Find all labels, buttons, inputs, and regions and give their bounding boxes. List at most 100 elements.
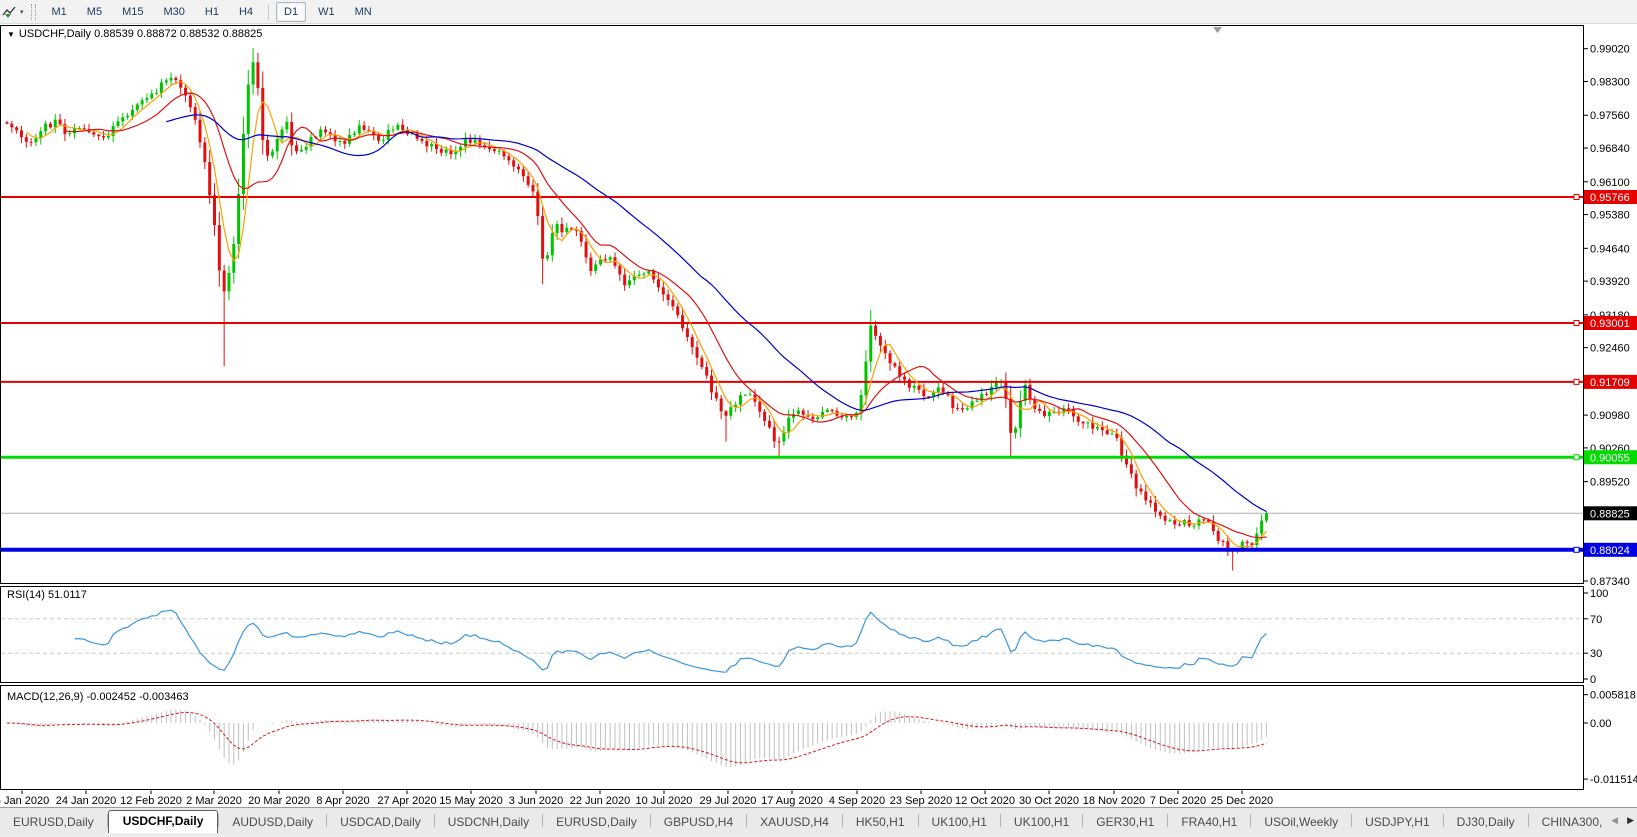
crosshair-icon xyxy=(2,6,16,18)
chart-ohlc-header: ▼ USDCHF,Daily 0.88539 0.88872 0.88532 0.… xyxy=(7,28,262,40)
timeframe-button-d1[interactable]: D1 xyxy=(276,1,307,22)
ohlc-high: 0.88872 xyxy=(136,28,177,40)
level-handle xyxy=(1573,378,1580,385)
timeframe-group-separator xyxy=(268,3,270,20)
svg-text:0.90980: 0.90980 xyxy=(1590,410,1630,422)
chart-tab-usoil-weekly[interactable]: USOil,Weekly xyxy=(1251,812,1351,834)
trading-terminal-window: ▾ M1 M5 M15 M30 H1 H4 D1 W1 MN 0.99020 0.98300 0.9… xyxy=(0,0,1637,837)
tool-dropdown-caret-icon[interactable]: ▾ xyxy=(20,8,24,16)
level-handle xyxy=(1573,546,1580,553)
chart-tab-fra40-h1[interactable]: FRA40,H1 xyxy=(1168,812,1250,834)
svg-text:20 Mar 2020: 20 Mar 2020 xyxy=(248,795,310,807)
svg-text:10 Jul 2020: 10 Jul 2020 xyxy=(636,795,693,807)
svg-text:0.00: 0.00 xyxy=(1590,718,1611,730)
chart-tab-eurusd-daily[interactable]: EURUSD,Daily xyxy=(0,812,107,834)
svg-text:0.93001: 0.93001 xyxy=(1590,318,1630,330)
svg-text:15 May 2020: 15 May 2020 xyxy=(439,795,503,807)
chart-symbol: USDCHF,Daily xyxy=(18,28,92,40)
svg-text:0.93920: 0.93920 xyxy=(1590,276,1630,288)
macd-value-main: -0.002452 xyxy=(86,691,137,703)
svg-text:0.98300: 0.98300 xyxy=(1590,77,1630,89)
svg-text:17 Aug 2020: 17 Aug 2020 xyxy=(761,795,823,807)
svg-text:0.95380: 0.95380 xyxy=(1590,210,1630,222)
chart-tab-uk100-h1[interactable]: UK100,H1 xyxy=(1001,812,1082,834)
chart-tab-usdjpy-h1[interactable]: USDJPY,H1 xyxy=(1352,812,1442,834)
chart-tab-xauusd-h4[interactable]: XAUUSD,H4 xyxy=(747,812,842,834)
svg-text:30 Oct 2020: 30 Oct 2020 xyxy=(1019,795,1079,807)
chart-tab-usdchf-daily[interactable]: USDCHF,Daily xyxy=(107,810,219,834)
svg-text:0.88024: 0.88024 xyxy=(1590,545,1630,557)
svg-text:25 Dec 2020: 25 Dec 2020 xyxy=(1211,795,1273,807)
chart-tab-gbpusd-h4[interactable]: GBPUSD,H4 xyxy=(651,812,746,834)
svg-text:12 Feb 2020: 12 Feb 2020 xyxy=(120,795,182,807)
timeframe-button-m1[interactable]: M1 xyxy=(44,2,75,22)
macd-name: MACD(12,26,9) xyxy=(7,691,84,703)
timeframe-toolbar: ▾ M1 M5 M15 M30 H1 H4 D1 W1 MN xyxy=(0,0,1637,24)
symbol-caret-icon[interactable]: ▼ xyxy=(7,30,15,39)
svg-text:0.99020: 0.99020 xyxy=(1590,44,1630,56)
tab-scroll-right-icon[interactable]: ▶ xyxy=(1627,815,1634,826)
chart-tab-uk100-h1[interactable]: UK100,H1 xyxy=(919,812,1000,834)
svg-text:8 Apr 2020: 8 Apr 2020 xyxy=(316,795,369,807)
svg-text:0.91709: 0.91709 xyxy=(1590,377,1630,389)
svg-text:70: 70 xyxy=(1590,614,1602,626)
svg-text:0.88825: 0.88825 xyxy=(1590,508,1630,520)
svg-text:0.94640: 0.94640 xyxy=(1590,243,1630,255)
svg-text:2 Mar 2020: 2 Mar 2020 xyxy=(186,795,242,807)
svg-text:0.96100: 0.96100 xyxy=(1590,177,1630,189)
ohlc-close: 0.88825 xyxy=(222,28,263,40)
svg-text:18 Nov 2020: 18 Nov 2020 xyxy=(1083,795,1145,807)
svg-text:100: 100 xyxy=(1590,588,1608,600)
timeframe-button-m30[interactable]: M30 xyxy=(155,2,192,22)
timeframe-button-h1[interactable]: H1 xyxy=(197,2,227,22)
svg-text:3 Jun 2020: 3 Jun 2020 xyxy=(509,795,563,807)
chart-tab-eurusd-daily[interactable]: EURUSD,Daily xyxy=(543,812,650,834)
macd-value-signal: -0.003463 xyxy=(139,691,189,703)
svg-text:4 Sep 2020: 4 Sep 2020 xyxy=(829,795,885,807)
chart-tab-usdcnh-daily[interactable]: USDCNH,Daily xyxy=(435,812,542,834)
svg-text:0.96840: 0.96840 xyxy=(1590,143,1630,155)
svg-text:22 Jun 2020: 22 Jun 2020 xyxy=(570,795,631,807)
svg-text:0.92460: 0.92460 xyxy=(1590,343,1630,355)
svg-text:24 Jan 2020: 24 Jan 2020 xyxy=(56,795,117,807)
level-handle xyxy=(1573,320,1580,327)
tab-scroll-left-icon[interactable]: ◀ xyxy=(1611,815,1618,826)
timeframe-buttons: M1 M5 M15 M30 H1 H4 D1 W1 MN xyxy=(42,1,382,22)
svg-text:30: 30 xyxy=(1590,648,1602,660)
svg-text:0.89520: 0.89520 xyxy=(1590,477,1630,489)
svg-text:0.97560: 0.97560 xyxy=(1590,110,1630,122)
price-chart[interactable]: 0.99020 0.98300 0.97560 0.96840 0.96100 0.953… xyxy=(0,0,1637,837)
chart-tab-audusd-daily[interactable]: AUDUSD,Daily xyxy=(219,812,326,834)
svg-text:-0.011514: -0.011514 xyxy=(1590,774,1637,786)
timeframe-button-m5[interactable]: M5 xyxy=(79,2,110,22)
svg-text:0.87340: 0.87340 xyxy=(1590,576,1630,588)
timeframe-button-w1[interactable]: W1 xyxy=(310,2,343,22)
toolbar-grip xyxy=(30,3,36,20)
timeframe-button-mn[interactable]: MN xyxy=(347,2,380,22)
level-handle xyxy=(1573,454,1580,461)
status-bar xyxy=(0,833,1637,837)
svg-text:0.005818: 0.005818 xyxy=(1590,690,1636,702)
rsi-value: 51.0117 xyxy=(47,589,87,601)
svg-text:23 Sep 2020: 23 Sep 2020 xyxy=(890,795,952,807)
svg-text:7 Dec 2020: 7 Dec 2020 xyxy=(1150,795,1206,807)
level-handle xyxy=(1573,194,1580,200)
svg-text:29 Jul 2020: 29 Jul 2020 xyxy=(700,795,757,807)
ohlc-open: 0.88539 xyxy=(94,28,134,40)
chart-tab-dj30-daily[interactable]: DJ30,Daily xyxy=(1444,812,1528,834)
ohlc-low: 0.88532 xyxy=(179,28,220,40)
svg-text:27 Apr 2020: 27 Apr 2020 xyxy=(377,795,436,807)
svg-text:0.90055: 0.90055 xyxy=(1590,452,1630,464)
timeframe-button-m15[interactable]: M15 xyxy=(114,2,151,22)
rsi-indicator-label: RSI(14) 51.0117 xyxy=(7,589,87,601)
timeframe-button-h4[interactable]: H4 xyxy=(231,2,261,22)
macd-indicator-label: MACD(12,26,9) -0.002452 -0.003463 xyxy=(7,691,189,703)
crosshair-tool-button[interactable]: ▾ xyxy=(0,2,28,22)
svg-text:6 Jan 2020: 6 Jan 2020 xyxy=(0,795,49,807)
chart-tab-list: EURUSD,Daily USDCHF,Daily AUDUSD,Daily USDC… xyxy=(0,810,1637,834)
chart-tab-hk50-h1[interactable]: HK50,H1 xyxy=(843,812,918,834)
svg-text:0.95766: 0.95766 xyxy=(1590,192,1630,204)
chart-tab-ger30-h1[interactable]: GER30,H1 xyxy=(1083,812,1167,834)
chart-tabs-bar: EURUSD,Daily USDCHF,Daily AUDUSD,Daily USDC… xyxy=(0,807,1637,834)
chart-tab-usdcad-daily[interactable]: USDCAD,Daily xyxy=(327,812,434,834)
